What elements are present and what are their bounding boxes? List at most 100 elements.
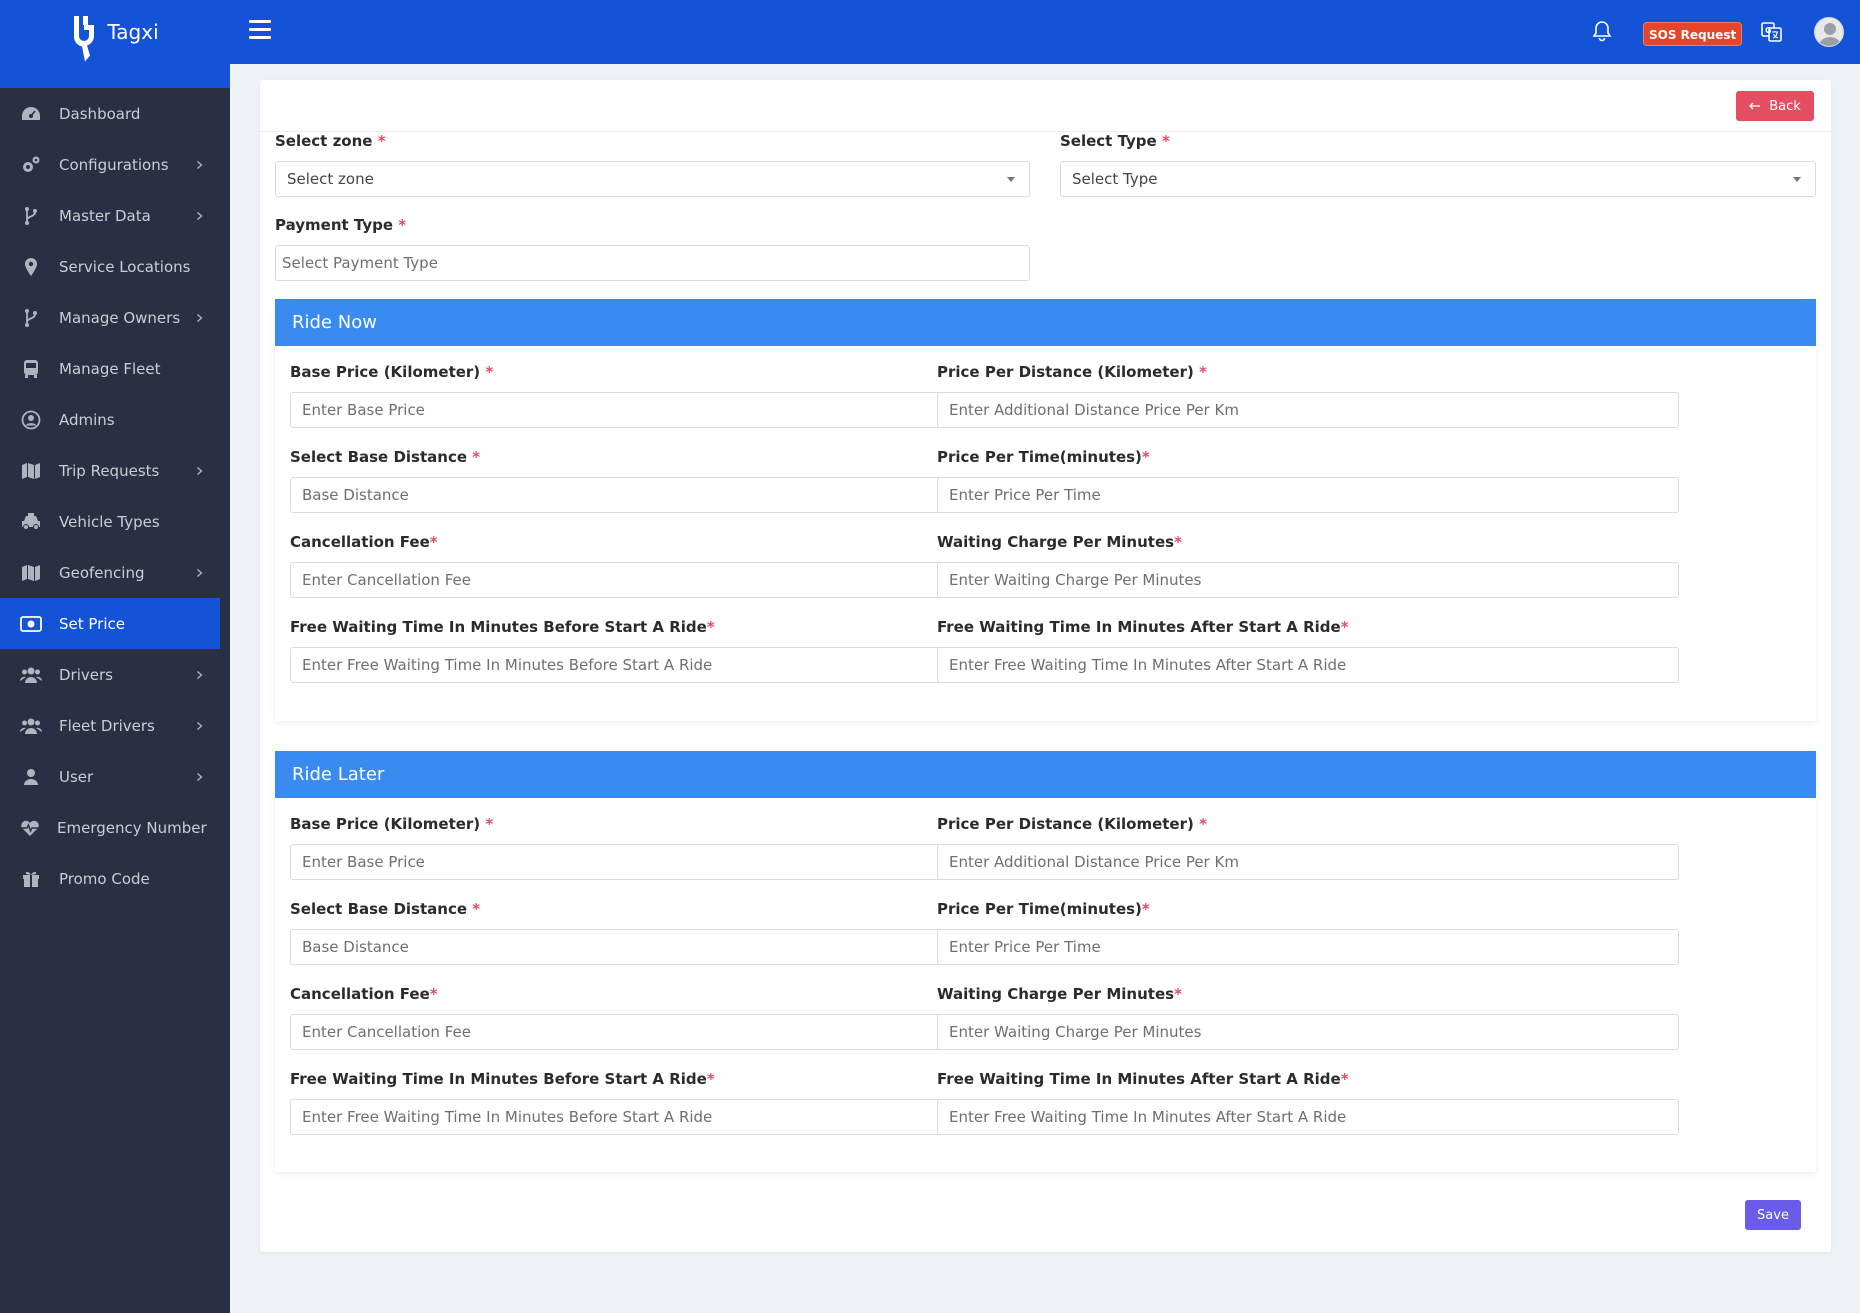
base-distance-label-text: Select Base Distance: [290, 900, 473, 918]
base-price-label-text: Base Price (Kilometer): [290, 363, 486, 381]
sos-request-button[interactable]: SOS Request: [1643, 22, 1743, 46]
users-icon: [20, 664, 42, 686]
sidebar-item-fleet-drivers[interactable]: Fleet Drivers: [0, 700, 230, 751]
zone-label: Select zone *: [275, 132, 386, 150]
cogs-icon: [20, 154, 42, 176]
required-mark: *: [706, 618, 715, 636]
sidebar-item-geofencing[interactable]: Geofencing: [0, 547, 230, 598]
required-mark: *: [485, 815, 494, 833]
chevron-right-icon: [194, 568, 204, 578]
chevron-right-icon: [194, 772, 204, 782]
sidebar-item-admins[interactable]: Admins: [0, 394, 230, 445]
price-per-time-label: Price Per Time(minutes)*: [937, 900, 1150, 918]
required-mark: *: [429, 533, 438, 551]
waiting-charge-label-text: Waiting Charge Per Minutes: [937, 533, 1175, 551]
free-wait-before-label: Free Waiting Time In Minutes Before Star…: [290, 618, 715, 636]
caret-down-icon: [1007, 177, 1015, 182]
required-mark: *: [706, 1070, 715, 1088]
sidebar-item-label: Vehicle Types: [59, 512, 160, 531]
free-wait-before-input[interactable]: [290, 1099, 1031, 1135]
price-per-distance-label-text: Price Per Distance (Kilometer): [937, 363, 1200, 381]
sidebar-item-service-locations[interactable]: Service Locations: [0, 241, 230, 292]
free-wait-before-label: Free Waiting Time In Minutes Before Star…: [290, 1070, 715, 1088]
card-header: Back: [260, 80, 1831, 132]
brand[interactable]: Tagxi: [0, 0, 230, 88]
sidebar-item-user[interactable]: User: [0, 751, 230, 802]
waiting-charge-input[interactable]: [937, 562, 1679, 598]
price-per-time-input[interactable]: [937, 929, 1679, 965]
avatar[interactable]: [1814, 17, 1844, 47]
top-header: SOS Request G: [230, 0, 1860, 64]
taxi-icon: [20, 511, 42, 533]
cancellation-fee-input[interactable]: [290, 562, 1031, 598]
base-price-input[interactable]: [290, 392, 1031, 428]
money-icon: [20, 613, 42, 635]
sidebar-item-label: Emergency Number: [57, 818, 207, 837]
sidebar-item-trip-requests[interactable]: Trip Requests: [0, 445, 230, 496]
base-distance-label: Select Base Distance *: [290, 900, 480, 918]
base-price-label: Base Price (Kilometer) *: [290, 815, 493, 833]
sidebar-item-label: Manage Owners: [59, 308, 181, 327]
sidebar-item-master-data[interactable]: Master Data: [0, 190, 230, 241]
price-per-time-label-text: Price Per Time(minutes): [937, 900, 1142, 918]
sidebar-item-drivers[interactable]: Drivers: [0, 649, 230, 700]
required-mark: *: [429, 985, 438, 1003]
type-select-value: Select Type: [1072, 170, 1158, 188]
menu-toggle-icon[interactable]: [249, 20, 271, 42]
required-mark: *: [472, 448, 481, 466]
zone-select[interactable]: Select zone: [275, 161, 1030, 197]
chevron-right-icon: [194, 313, 204, 323]
sidebar-item-label: Geofencing: [59, 563, 145, 582]
ride-now-section: Ride Now Base Price (Kilometer) * Price P…: [275, 299, 1816, 721]
sidebar-item-configurations[interactable]: Configurations: [0, 139, 230, 190]
sidebar-item-emergency-number[interactable]: Emergency Number: [0, 802, 230, 853]
back-button[interactable]: Back: [1736, 91, 1814, 121]
base-price-input[interactable]: [290, 844, 1031, 880]
sidebar-item-manage-fleet[interactable]: Manage Fleet: [0, 343, 230, 394]
sidebar-item-label: Service Locations: [59, 257, 191, 276]
waiting-charge-label-text: Waiting Charge Per Minutes: [937, 985, 1175, 1003]
price-per-distance-input[interactable]: [937, 844, 1679, 880]
price-per-time-input[interactable]: [937, 477, 1679, 513]
gift-icon: [20, 868, 42, 890]
free-wait-after-label-text: Free Waiting Time In Minutes After Start…: [937, 618, 1341, 636]
heartbeat-icon: [20, 817, 40, 839]
waiting-charge-input[interactable]: [937, 1014, 1679, 1050]
map-pin-icon: [20, 256, 42, 278]
bell-icon[interactable]: [1592, 20, 1612, 46]
branch-icon: [20, 307, 42, 329]
sidebar-item-manage-owners[interactable]: Manage Owners: [0, 292, 230, 343]
price-per-distance-input[interactable]: [937, 392, 1679, 428]
required-mark: *: [1174, 985, 1182, 1003]
brand-name: Tagxi: [107, 20, 159, 44]
bus-icon: [20, 358, 42, 380]
ride-now-title: Ride Now: [275, 299, 1816, 346]
tagxi-logo-icon: [74, 16, 95, 62]
save-button[interactable]: Save: [1745, 1200, 1801, 1230]
free-wait-before-input[interactable]: [290, 647, 1031, 683]
free-wait-after-input[interactable]: [937, 1099, 1679, 1135]
free-wait-after-input[interactable]: [937, 647, 1679, 683]
price-per-time-label-text: Price Per Time(minutes): [937, 448, 1142, 466]
base-distance-input[interactable]: [290, 477, 1031, 513]
branch-icon: [20, 205, 42, 227]
arrow-left-icon: [1749, 99, 1761, 114]
required-mark: *: [1340, 1070, 1349, 1088]
users-icon: [20, 715, 42, 737]
base-distance-input[interactable]: [290, 929, 1031, 965]
user-icon: [20, 766, 42, 788]
payment-type-input[interactable]: [275, 245, 1030, 281]
chevron-right-icon: [194, 721, 204, 731]
type-select[interactable]: Select Type: [1060, 161, 1816, 197]
sidebar-item-set-price[interactable]: Set Price: [0, 598, 220, 649]
sidebar-item-vehicle-types[interactable]: Vehicle Types: [0, 496, 230, 547]
translate-icon[interactable]: G: [1761, 21, 1783, 47]
waiting-charge-label: Waiting Charge Per Minutes*: [937, 533, 1182, 551]
sidebar-item-dashboard[interactable]: Dashboard: [0, 88, 230, 139]
sidebar-item-promo-code[interactable]: Promo Code: [0, 853, 230, 904]
cancellation-fee-input[interactable]: [290, 1014, 1031, 1050]
sidebar-item-label: Configurations: [59, 155, 169, 174]
user-circle-icon: [20, 409, 42, 431]
chevron-right-icon: [194, 466, 204, 476]
brand-logo: Tagxi: [71, 14, 159, 64]
